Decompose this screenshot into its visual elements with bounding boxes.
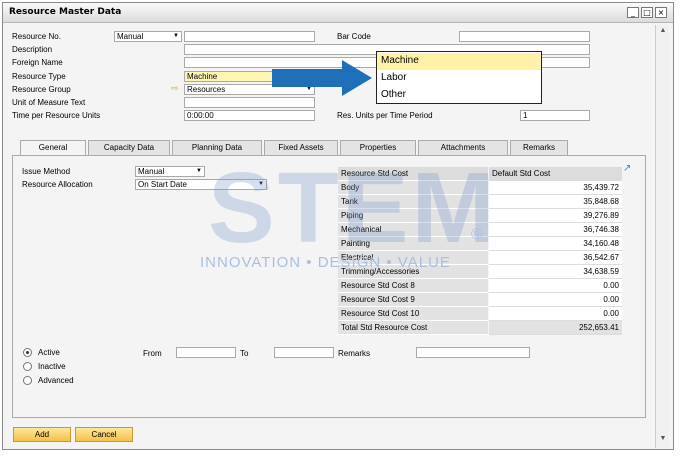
remarks-input[interactable] bbox=[416, 347, 530, 358]
to-label: To bbox=[240, 349, 249, 358]
active-radio[interactable] bbox=[23, 348, 32, 357]
tab-general[interactable]: General bbox=[20, 140, 86, 156]
cost-name: Resource Std Cost 8 bbox=[338, 279, 488, 293]
remarks-label: Remarks bbox=[338, 349, 371, 358]
foreign-name-label: Foreign Name bbox=[12, 58, 63, 67]
cost-value-input[interactable]: 34,638.59 bbox=[489, 265, 622, 279]
description-label: Description bbox=[12, 45, 53, 54]
resource-no-label: Resource No. bbox=[12, 32, 61, 41]
res-units-label: Res. Units per Time Period bbox=[337, 111, 433, 120]
from-label: From bbox=[143, 349, 162, 358]
resource-no-series-select[interactable]: Manual ▼ bbox=[114, 31, 182, 42]
chevron-down-icon: ▼ bbox=[196, 168, 202, 174]
link-arrow-icon[interactable]: ⇨ bbox=[171, 83, 179, 94]
table-row: Resource Std Cost 8 0.00 bbox=[338, 279, 622, 293]
resource-type-value: Machine bbox=[187, 72, 218, 81]
annotation-arrow-icon bbox=[272, 60, 372, 96]
to-date-input[interactable] bbox=[274, 347, 334, 358]
watermark-tagline: INNOVATION • DESIGN • VALUE bbox=[200, 254, 451, 271]
cost-value-input[interactable]: 36,746.38 bbox=[489, 223, 622, 237]
resource-group-value: Resources bbox=[187, 85, 226, 94]
issue-method-value: Manual bbox=[138, 167, 165, 176]
tab-capacity-data[interactable]: Capacity Data bbox=[88, 140, 170, 155]
table-row: Resource Std Cost 9 0.00 bbox=[338, 293, 622, 307]
scroll-up-icon[interactable]: ▲ bbox=[658, 27, 668, 37]
minimize-button[interactable]: _ bbox=[627, 7, 639, 18]
watermark-registered-icon: ® bbox=[471, 226, 483, 243]
advanced-label: Advanced bbox=[38, 376, 74, 385]
resource-group-label: Resource Group bbox=[12, 85, 71, 94]
uom-text-label: Unit of Measure Text bbox=[12, 98, 86, 107]
maximize-button[interactable]: □ bbox=[641, 7, 653, 18]
issue-method-label: Issue Method bbox=[22, 167, 71, 176]
vertical-scrollbar[interactable]: ▲ ▼ bbox=[655, 25, 669, 448]
advanced-radio[interactable] bbox=[23, 376, 32, 385]
resource-type-dropdown: Machine Labor Other bbox=[376, 51, 542, 104]
cost-name: Resource Std Cost 10 bbox=[338, 307, 488, 321]
resource-allocation-label: Resource Allocation bbox=[22, 180, 93, 189]
time-per-unit-input[interactable]: 0:00:00 bbox=[184, 110, 315, 121]
watermark-brand: STEM bbox=[208, 152, 498, 264]
tab-remarks[interactable]: Remarks bbox=[510, 140, 568, 155]
resource-no-series-value: Manual bbox=[117, 32, 144, 41]
cancel-button[interactable]: Cancel bbox=[75, 427, 133, 442]
bar-code-label: Bar Code bbox=[337, 32, 371, 41]
inactive-radio[interactable] bbox=[23, 362, 32, 371]
scroll-down-icon[interactable]: ▼ bbox=[658, 435, 668, 445]
total-name: Total Std Resource Cost bbox=[338, 321, 488, 335]
uom-text-input[interactable] bbox=[184, 97, 315, 108]
bar-code-input[interactable] bbox=[459, 31, 590, 42]
column-header-default-std-cost: Default Std Cost bbox=[489, 167, 622, 181]
from-date-input[interactable] bbox=[176, 347, 236, 358]
cost-name: Resource Std Cost 9 bbox=[338, 293, 488, 307]
total-row: Total Std Resource Cost 252,653.41 bbox=[338, 321, 622, 335]
resource-type-label: Resource Type bbox=[12, 72, 66, 81]
res-units-input[interactable]: 1 bbox=[520, 110, 590, 121]
dropdown-option-machine[interactable]: Machine bbox=[377, 53, 541, 70]
cost-value-input[interactable]: 35,439.72 bbox=[489, 181, 622, 195]
cost-value-input[interactable]: 35,848.68 bbox=[489, 195, 622, 209]
issue-method-select[interactable]: Manual ▼ bbox=[135, 166, 205, 177]
cost-value-input[interactable]: 0.00 bbox=[489, 279, 622, 293]
dropdown-option-labor[interactable]: Labor bbox=[377, 70, 541, 87]
cost-value-input[interactable]: 36,542.67 bbox=[489, 251, 622, 265]
resource-no-input[interactable] bbox=[184, 31, 315, 42]
cost-value-input[interactable]: 39,276.89 bbox=[489, 209, 622, 223]
table-row: Resource Std Cost 10 0.00 bbox=[338, 307, 622, 321]
time-per-unit-label: Time per Resource Units bbox=[12, 111, 101, 120]
add-button[interactable]: Add bbox=[13, 427, 71, 442]
window-title: Resource Master Data bbox=[9, 7, 122, 17]
cost-value-input[interactable]: 34,160.48 bbox=[489, 237, 622, 251]
resource-allocation-value: On Start Date bbox=[138, 180, 187, 189]
close-button[interactable]: × bbox=[655, 7, 667, 18]
title-bar: Resource Master Data _ □ × bbox=[3, 3, 673, 23]
inactive-label: Inactive bbox=[38, 362, 66, 371]
active-label: Active bbox=[38, 348, 60, 357]
dropdown-option-other[interactable]: Other bbox=[377, 87, 541, 104]
chevron-down-icon: ▼ bbox=[173, 33, 179, 39]
total-value: 252,653.41 bbox=[489, 321, 622, 335]
cost-value-input[interactable]: 0.00 bbox=[489, 293, 622, 307]
expand-arrow-icon[interactable]: ↗ bbox=[623, 163, 631, 174]
cost-value-input[interactable]: 0.00 bbox=[489, 307, 622, 321]
